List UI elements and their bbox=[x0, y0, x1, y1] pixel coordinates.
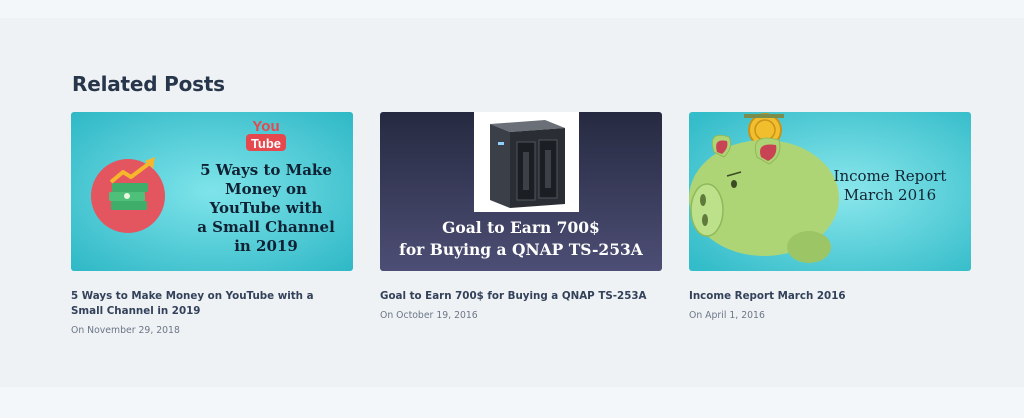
post-title-link[interactable]: Goal to Earn 700$ for Buying a QNAP TS-2… bbox=[380, 289, 650, 304]
post-card: You Tube 5 Ways to Make Money on YouTube… bbox=[71, 112, 353, 336]
thumb-text-line: Goal to Earn 700$ bbox=[442, 218, 600, 237]
post-card: Goal to Earn 700$ for Buying a QNAP TS-2… bbox=[380, 112, 662, 321]
svg-text:Tube: Tube bbox=[251, 136, 281, 151]
thumb-text-line: for Buying a QNAP TS-253A bbox=[399, 240, 644, 259]
related-posts-section: Related Posts You Tube 5 Ways to Make Mo… bbox=[0, 18, 1024, 387]
thumb-text-line: YouTube with bbox=[209, 199, 323, 217]
thumb-text-line: a Small Channel bbox=[197, 218, 335, 236]
thumb-text-line: March 2016 bbox=[844, 186, 936, 204]
post-card: Income Report March 2016 Income Report M… bbox=[689, 112, 971, 321]
post-title-link[interactable]: 5 Ways to Make Money on YouTube with a S… bbox=[71, 289, 341, 319]
post-thumbnail[interactable]: Income Report March 2016 bbox=[689, 112, 971, 271]
qnap-post-image: Goal to Earn 700$ for Buying a QNAP TS-2… bbox=[380, 112, 662, 271]
post-date: On April 1, 2016 bbox=[689, 310, 765, 321]
income-report-post-image: Income Report March 2016 bbox=[689, 112, 971, 271]
post-date: On October 19, 2016 bbox=[380, 310, 478, 321]
post-date: On November 29, 2018 bbox=[71, 325, 180, 336]
post-thumbnail[interactable]: Goal to Earn 700$ for Buying a QNAP TS-2… bbox=[380, 112, 662, 271]
post-thumbnail[interactable]: You Tube 5 Ways to Make Money on YouTube… bbox=[71, 112, 353, 271]
thumb-text-line: in 2019 bbox=[234, 237, 298, 255]
youtube-post-image: You Tube 5 Ways to Make Money on YouTube… bbox=[71, 112, 353, 271]
section-title: Related Posts bbox=[72, 72, 225, 96]
post-title-link[interactable]: Income Report March 2016 bbox=[689, 289, 959, 304]
thumb-text-line: Money on bbox=[225, 180, 307, 198]
svg-text:You: You bbox=[252, 118, 279, 135]
nas-device-icon bbox=[474, 112, 579, 212]
thumb-text-line: 5 Ways to Make bbox=[200, 161, 332, 179]
thumb-text-line: Income Report bbox=[834, 167, 947, 185]
